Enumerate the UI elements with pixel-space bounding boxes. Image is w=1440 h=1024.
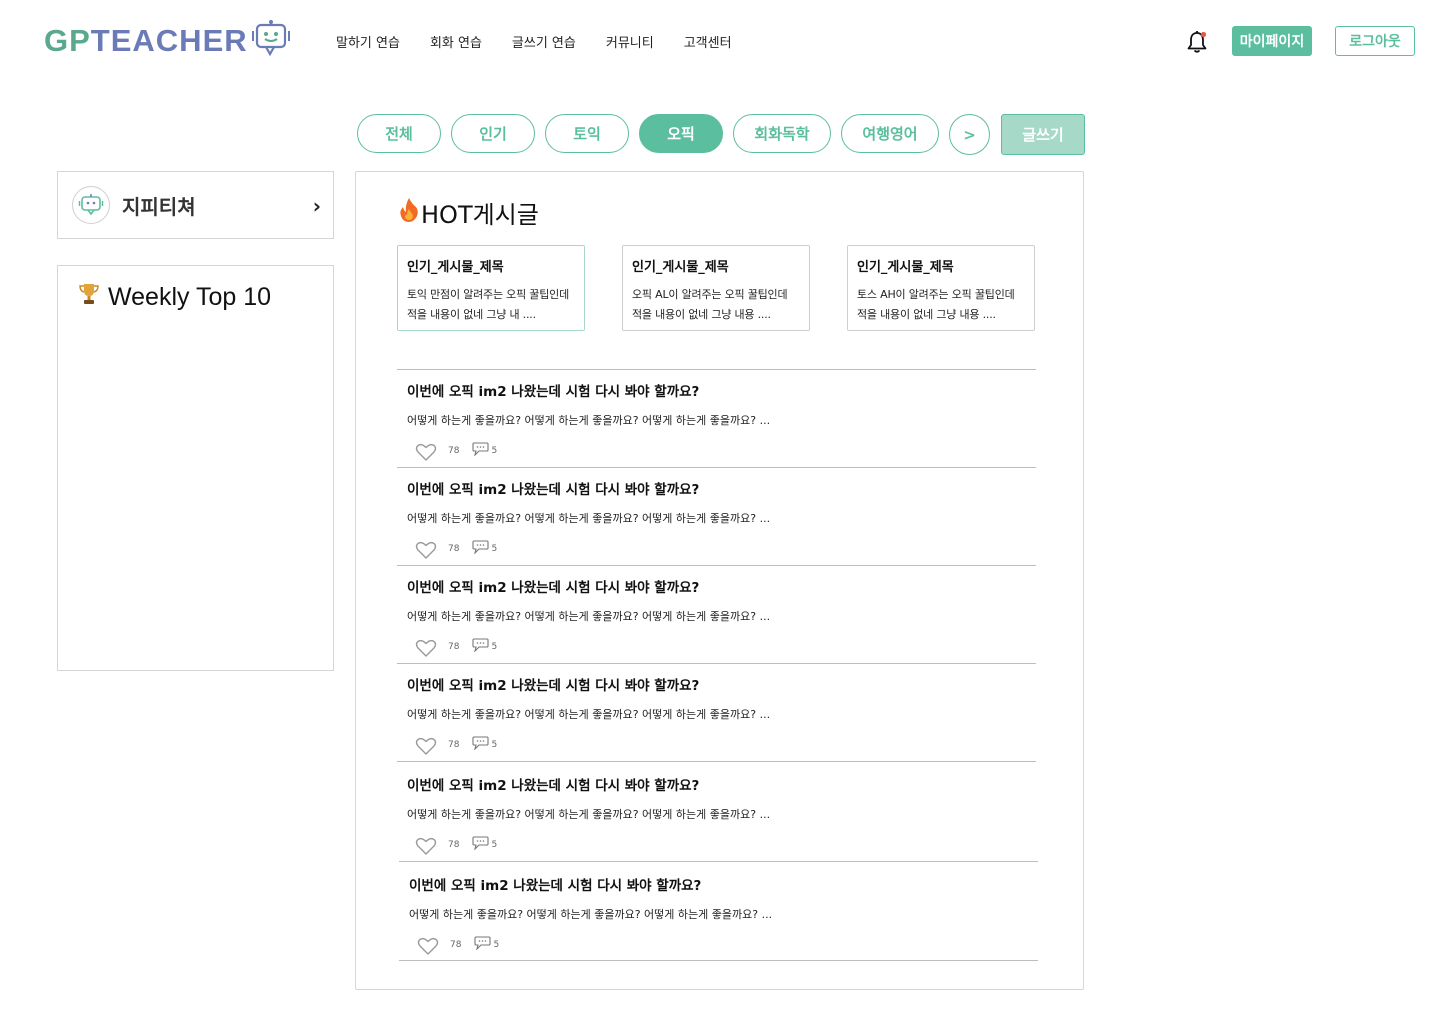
trophy-icon bbox=[78, 282, 100, 313]
robot-icon bbox=[251, 19, 292, 63]
hot-post-title: 인기_게시물_제목 bbox=[857, 260, 954, 275]
post-meta: 78 5 bbox=[415, 736, 497, 759]
post-excerpt: 어떻게 하는게 좋을까요? 어떻게 하는게 좋을까요? 어떻게 하는게 좋을까요… bbox=[407, 708, 771, 721]
comment-icon bbox=[472, 540, 490, 557]
like-count: 78 bbox=[448, 840, 460, 850]
post-title[interactable]: 이번에 오픽 im2 나왔는데 시험 다시 봐야 할까요? bbox=[407, 380, 699, 400]
like-count: 78 bbox=[448, 740, 460, 750]
logo-text: GPTEACHER bbox=[44, 23, 248, 59]
logo-text-teacher: TEACHER bbox=[90, 23, 248, 58]
post-meta: 78 5 bbox=[415, 442, 497, 465]
comment-icon bbox=[472, 638, 490, 655]
list-divider bbox=[399, 960, 1038, 961]
comment-count: 5 bbox=[491, 840, 498, 850]
nav-conversation-practice[interactable]: 회화 연습 bbox=[430, 32, 482, 51]
category-toeic[interactable]: 토익 bbox=[545, 114, 629, 153]
bell-icon[interactable] bbox=[1186, 30, 1208, 54]
hot-post-title: 인기_게시물_제목 bbox=[632, 260, 729, 275]
weekly-top10-panel: Weekly Top 10 bbox=[57, 265, 334, 671]
main-nav: 말하기 연습 회화 연습 글쓰기 연습 커뮤니티 고객센터 bbox=[336, 32, 732, 51]
hot-post-card[interactable]: 인기_게시물_제목 토익 만점이 알려주는 오픽 꿀팁인데 적을 내용이 없네 … bbox=[397, 245, 585, 331]
post-excerpt: 어떻게 하는게 좋을까요? 어떻게 하는게 좋을까요? 어떻게 하는게 좋을까요… bbox=[407, 808, 771, 821]
post-meta: 78 5 bbox=[415, 638, 497, 661]
nav-customer-center[interactable]: 고객센터 bbox=[684, 32, 732, 51]
nav-writing-practice[interactable]: 글쓰기 연습 bbox=[512, 32, 576, 51]
hot-post-card[interactable]: 인기_게시물_제목 오픽 AL이 알려주는 오픽 꿀팁인데 적을 내용이 없네 … bbox=[622, 245, 810, 331]
logo-text-gp: GP bbox=[44, 23, 91, 58]
like-count: 78 bbox=[448, 642, 460, 652]
logo[interactable]: GPTEACHER bbox=[44, 20, 292, 62]
write-button[interactable]: 글쓰기 bbox=[1001, 114, 1085, 155]
hot-post-excerpt: 토스 AH이 알려주는 오픽 꿀팁인데 적을 내용이 없네 그냥 내용 .... bbox=[857, 288, 1015, 321]
robot-icon bbox=[78, 194, 104, 216]
logout-button[interactable]: 로그아웃 bbox=[1335, 26, 1415, 56]
post-excerpt: 어떻게 하는게 좋을까요? 어떻게 하는게 좋을까요? 어떻게 하는게 좋을까요… bbox=[407, 512, 771, 525]
post-list-item[interactable]: 이번에 오픽 im2 나왔는데 시험 다시 봐야 할까요? 어떻게 하는게 좋을… bbox=[397, 663, 1036, 761]
post-list-item[interactable]: 이번에 오픽 im2 나왔는데 시험 다시 봐야 할까요? 어떻게 하는게 좋을… bbox=[397, 467, 1036, 565]
hot-posts-title: HOT게시글 bbox=[421, 201, 539, 229]
post-list-item[interactable]: 이번에 오픽 im2 나왔는데 시험 다시 봐야 할까요? 어떻게 하는게 좋을… bbox=[399, 861, 1038, 960]
category-more-button[interactable]: > bbox=[949, 114, 990, 155]
comment-count: 5 bbox=[491, 544, 498, 554]
avatar bbox=[72, 186, 110, 224]
post-list-item[interactable]: 이번에 오픽 im2 나왔는데 시험 다시 봐야 할까요? 어떻게 하는게 좋을… bbox=[397, 369, 1036, 467]
post-title[interactable]: 이번에 오픽 im2 나왔는데 시험 다시 봐야 할까요? bbox=[407, 674, 699, 694]
hot-post-title: 인기_게시물_제목 bbox=[407, 260, 504, 275]
post-list-item[interactable]: 이번에 오픽 im2 나왔는데 시험 다시 봐야 할까요? 어떻게 하는게 좋을… bbox=[397, 761, 1036, 861]
weekly-top10-title: Weekly Top 10 bbox=[108, 283, 272, 311]
category-self-study[interactable]: 회화독학 bbox=[733, 114, 831, 153]
post-meta: 78 5 bbox=[415, 540, 497, 563]
heart-icon[interactable] bbox=[415, 442, 437, 465]
category-popular[interactable]: 인기 bbox=[451, 114, 535, 153]
nav-speaking-practice[interactable]: 말하기 연습 bbox=[336, 32, 400, 51]
mypage-button[interactable]: 마이페이지 bbox=[1232, 26, 1312, 56]
hot-post-excerpt: 오픽 AL이 알려주는 오픽 꿀팁인데 적을 내용이 없네 그냥 내용 .... bbox=[632, 288, 788, 321]
post-title[interactable]: 이번에 오픽 im2 나왔는데 시험 다시 봐야 할까요? bbox=[407, 774, 699, 794]
post-excerpt: 어떻게 하는게 좋을까요? 어떻게 하는게 좋을까요? 어떻게 하는게 좋을까요… bbox=[407, 414, 771, 427]
post-meta: 78 5 bbox=[417, 936, 499, 959]
post-excerpt: 어떻게 하는게 좋을까요? 어떻게 하는게 좋을까요? 어떻게 하는게 좋을까요… bbox=[409, 908, 773, 921]
chevron-right-icon[interactable]: › bbox=[313, 194, 321, 218]
heart-icon[interactable] bbox=[415, 836, 437, 859]
post-list-item[interactable]: 이번에 오픽 im2 나왔는데 시험 다시 봐야 할까요? 어떻게 하는게 좋을… bbox=[397, 565, 1036, 663]
post-title[interactable]: 이번에 오픽 im2 나왔는데 시험 다시 봐야 할까요? bbox=[407, 576, 699, 596]
post-title[interactable]: 이번에 오픽 im2 나왔는데 시험 다시 봐야 할까요? bbox=[409, 874, 701, 894]
profile-card[interactable]: 지피티쳐 › bbox=[57, 171, 334, 239]
hot-post-excerpt: 토익 만점이 알려주는 오픽 꿀팁인데 적을 내용이 없네 그냥 내 .... bbox=[407, 288, 569, 321]
comment-icon bbox=[472, 442, 490, 459]
post-meta: 78 5 bbox=[415, 836, 497, 859]
post-excerpt: 어떻게 하는게 좋을까요? 어떻게 하는게 좋을까요? 어떻게 하는게 좋을까요… bbox=[407, 610, 771, 623]
heart-icon[interactable] bbox=[415, 540, 437, 563]
like-count: 78 bbox=[450, 940, 462, 950]
comment-count: 5 bbox=[491, 740, 498, 750]
like-count: 78 bbox=[448, 544, 460, 554]
comment-count: 5 bbox=[491, 446, 498, 456]
fire-icon bbox=[397, 197, 421, 229]
comment-count: 5 bbox=[493, 940, 500, 950]
heart-icon[interactable] bbox=[415, 736, 437, 759]
like-count: 78 bbox=[448, 446, 460, 456]
comment-icon bbox=[472, 836, 490, 853]
nav-community[interactable]: 커뮤니티 bbox=[606, 32, 654, 51]
profile-name: 지피티쳐 bbox=[122, 194, 196, 219]
heart-icon[interactable] bbox=[417, 936, 439, 959]
heart-icon[interactable] bbox=[415, 638, 437, 661]
category-travel-english[interactable]: 여행영어 bbox=[841, 114, 939, 153]
category-opic[interactable]: 오픽 bbox=[639, 114, 723, 153]
hot-posts-heading: HOT게시글 bbox=[397, 195, 539, 230]
comment-count: 5 bbox=[491, 642, 498, 652]
weekly-top10-heading: Weekly Top 10 bbox=[78, 282, 271, 313]
category-all[interactable]: 전체 bbox=[357, 114, 441, 153]
hot-post-card[interactable]: 인기_게시물_제목 토스 AH이 알려주는 오픽 꿀팁인데 적을 내용이 없네 … bbox=[847, 245, 1035, 331]
post-title[interactable]: 이번에 오픽 im2 나왔는데 시험 다시 봐야 할까요? bbox=[407, 478, 699, 498]
comment-icon bbox=[472, 736, 490, 753]
comment-icon bbox=[474, 936, 492, 953]
